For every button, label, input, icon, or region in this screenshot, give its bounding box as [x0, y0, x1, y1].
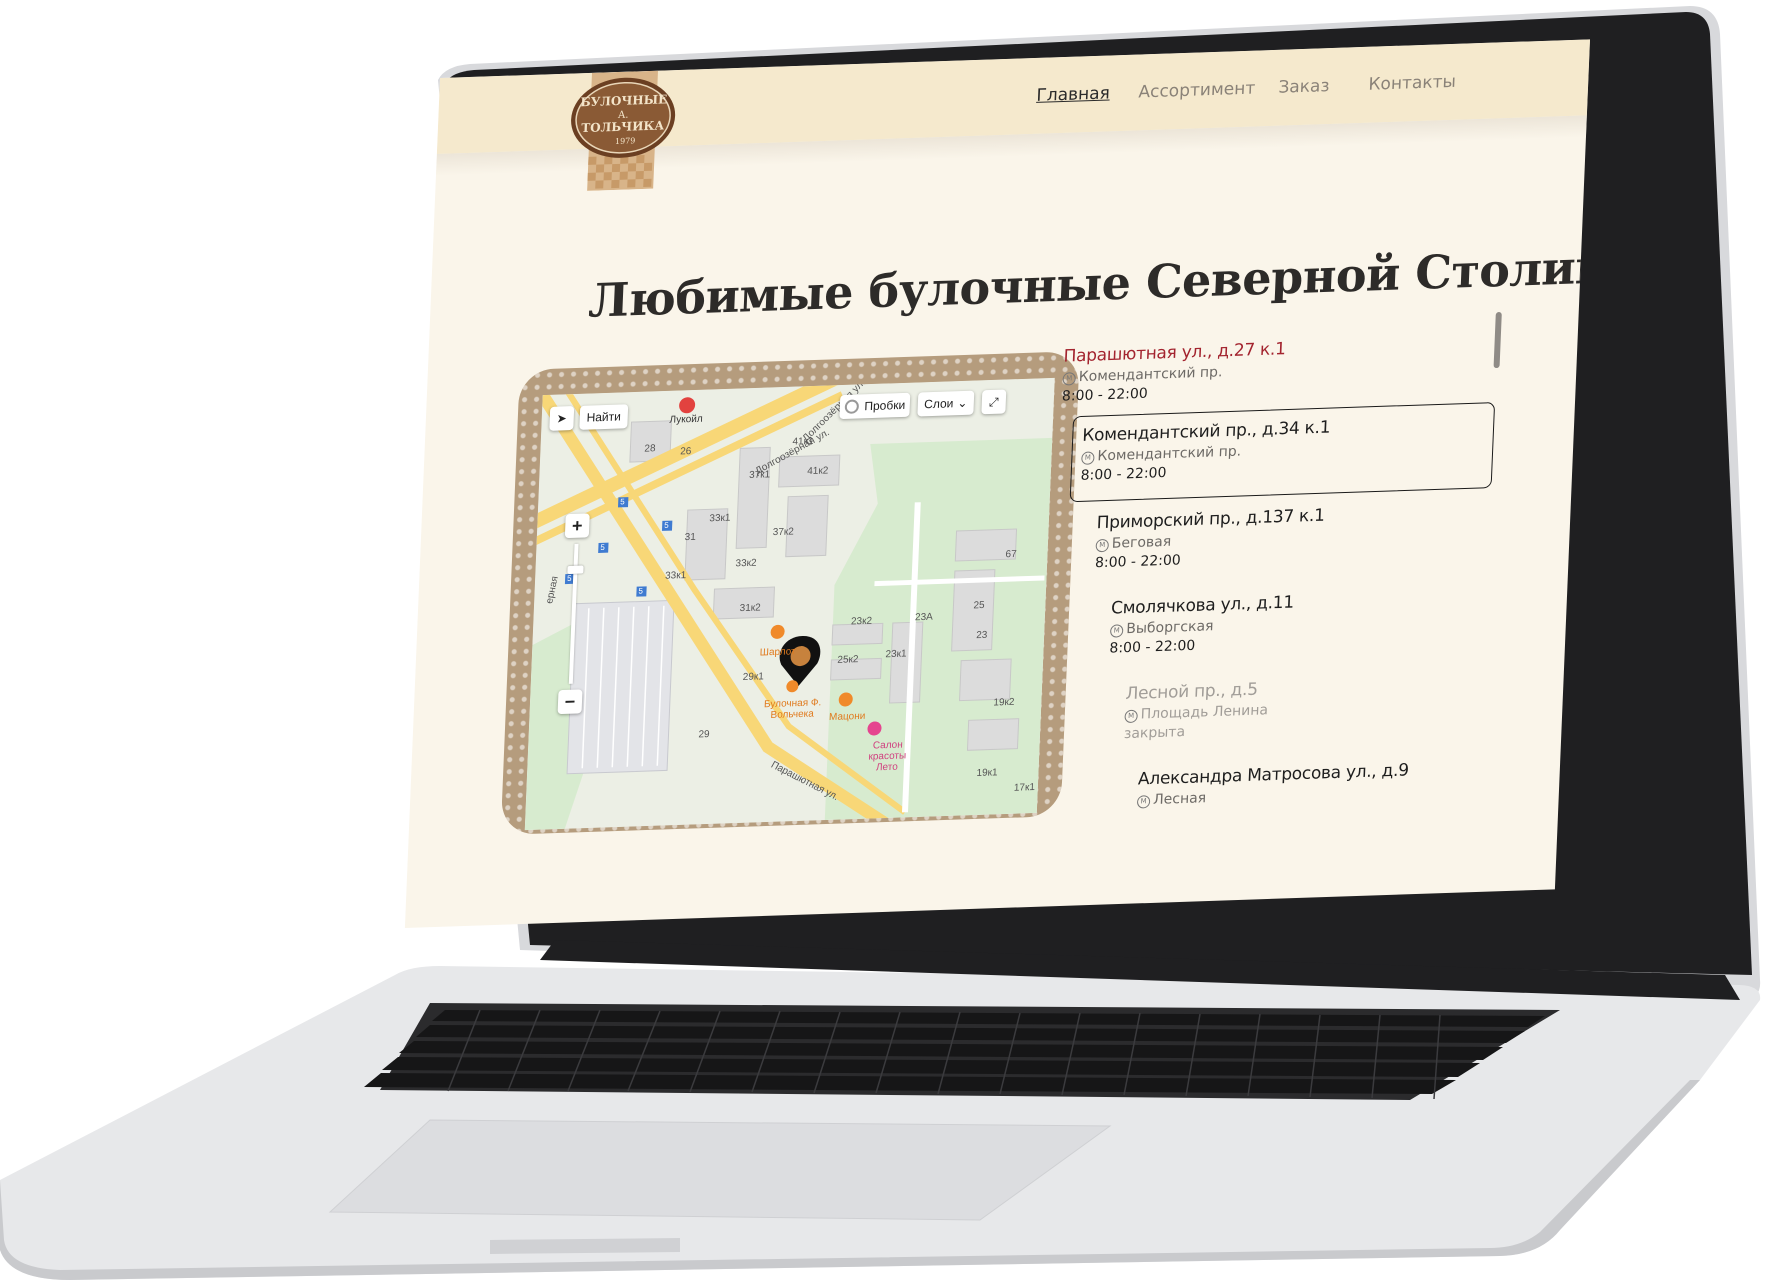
house-number: 26 [679, 446, 692, 458]
address-list-scrollbar[interactable] [1493, 311, 1502, 369]
address-item[interactable]: Парашютная ул., д.27 к.1 М Комендантский … [1062, 339, 1286, 404]
poi-label: Мацони [828, 710, 866, 724]
house-number: 33к1 [664, 570, 687, 582]
house-number: 41к2 [806, 465, 829, 478]
house-number: 41к1 [792, 435, 814, 448]
chevron-down-icon: ⌄ [957, 395, 968, 411]
house-number: 23к1 [885, 648, 907, 661]
address-item[interactable]: Лесной пр., д.5 М Площадь Ленина закрыта [1124, 679, 1270, 742]
house-number: 23к2 [850, 615, 873, 628]
zoom-slider-thumb[interactable] [567, 565, 584, 575]
bus-stop-label: 5 [638, 586, 644, 596]
house-number: 31 [684, 531, 697, 544]
house-number: 23 [975, 629, 988, 642]
address-title: Смолячкова ул., д.11 [1110, 592, 1295, 619]
metro-icon: М [1124, 709, 1138, 724]
house-number: 19к2 [993, 696, 1015, 709]
zoom-in-button[interactable]: + [564, 513, 590, 539]
nav-order[interactable]: Заказ [1278, 76, 1330, 98]
traffic-button[interactable]: Пробки [839, 392, 911, 420]
house-number: 19к1 [976, 767, 998, 779]
map-widget[interactable]: Долгоозёрная ул. Долгоозёрная ул. Парашю… [524, 377, 1055, 831]
house-number: 25к2 [837, 654, 859, 666]
metro-icon: М [1081, 451, 1095, 465]
bus-stop-label: 5 [600, 542, 606, 552]
metro-icon: М [1095, 538, 1110, 553]
bus-stop-label: 5 [664, 520, 669, 530]
address-item[interactable]: Комендантский пр., д.34 к.1 М Комендантск… [1080, 418, 1330, 484]
nav-assortment[interactable]: Ассортимент [1138, 79, 1256, 103]
house-number: 37к1 [748, 469, 771, 482]
house-number: 29к1 [742, 671, 765, 683]
house-number: 67 [1005, 548, 1017, 561]
website-screen: Главная Ассортимент Заказ Контакты БУЛОЧ… [404, 39, 1590, 929]
house-number: 29 [698, 729, 710, 741]
metro-icon: М [1109, 624, 1124, 638]
logo-text-3: ТОЛЬЧИКА [581, 118, 665, 135]
brand-logo[interactable]: БУЛОЧНЫЕ А. ТОЛЬЧИКА 1979 [565, 70, 680, 192]
nav-home[interactable]: Главная [1036, 83, 1110, 105]
poi-label: Булочная Ф. Вольчека [763, 697, 822, 721]
house-number: 33к1 [709, 512, 731, 525]
bus-stop-label: 5 [566, 573, 572, 584]
address-item[interactable]: Приморский пр., д.137 к.1 М Беговая 8:00 … [1095, 506, 1325, 572]
poi-label: Лукойл [669, 413, 703, 426]
poi-label: Шарлот [759, 646, 796, 659]
house-number: 17к1 [1013, 781, 1036, 794]
layers-button[interactable]: Слои ⌄ [917, 390, 975, 417]
metro-icon: М [1062, 372, 1076, 386]
address-title: Лесной пр., д.5 [1125, 679, 1259, 705]
address-hours: 8:00 - 22:00 [1061, 385, 1149, 405]
zoom-out-button[interactable]: − [557, 689, 583, 715]
nav-contacts[interactable]: Контакты [1368, 72, 1456, 95]
address-metro: М Площадь Ленина [1124, 702, 1268, 724]
address-hours: 8:00 - 22:00 [1109, 637, 1196, 657]
house-number: 25 [973, 599, 985, 612]
house-number: 28 [644, 443, 656, 455]
metro-icon: М [1136, 795, 1151, 809]
house-number: 33к2 [735, 557, 757, 570]
logo-est: 1979 [615, 136, 636, 146]
address-item[interactable]: Смолячкова ул., д.11 М Выборгская 8:00 - … [1109, 593, 1294, 657]
layers-label: Слои [923, 396, 954, 412]
traffic-label: Пробки [864, 397, 906, 414]
poi-label: Салон красоты Лето [868, 739, 907, 774]
fullscreen-icon[interactable]: ⤢ [981, 389, 1007, 415]
address-metro: М Выборгская [1109, 616, 1293, 638]
bus-stop-label: 5 [620, 497, 625, 507]
location-arrow-icon[interactable]: ➤ [549, 406, 575, 431]
house-number: 23А [914, 611, 934, 624]
logo-text-1: БУЛОЧНЫЕ [580, 92, 667, 109]
address-hours: 8:00 - 22:00 [1094, 552, 1182, 572]
address-hours: закрыта [1123, 724, 1186, 743]
address-item[interactable]: Александра Матросова ул., д.9 М Лесная [1136, 760, 1409, 809]
traffic-icon [844, 399, 859, 414]
house-number: 31к2 [739, 602, 761, 615]
page-title: Любимые булочные Северной Столицы [587, 237, 1590, 328]
find-button[interactable]: Найти [579, 404, 629, 430]
house-number: 37к2 [772, 526, 795, 539]
